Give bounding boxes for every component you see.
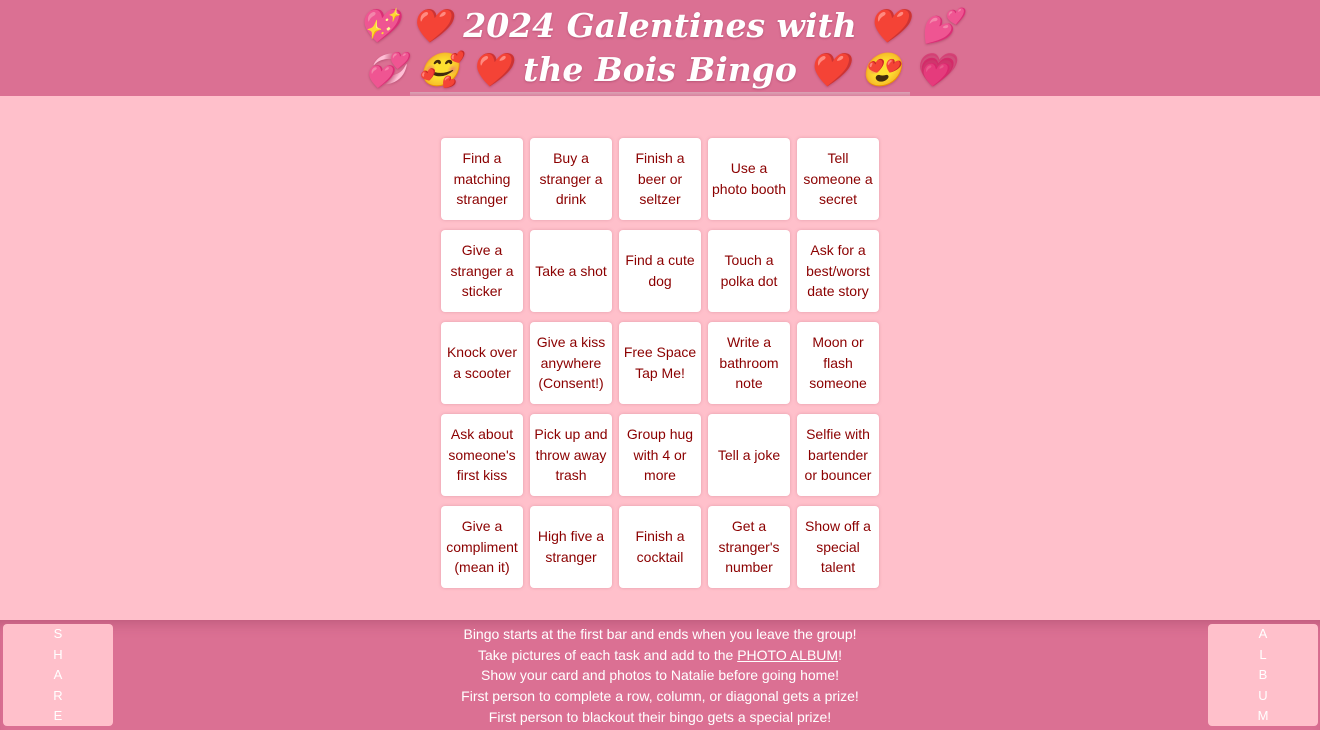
bingo-cell[interactable]: Knock over a scooter — [441, 322, 523, 404]
bingo-cell[interactable]: Take a shot — [530, 230, 612, 312]
share-letter: S — [53, 626, 63, 641]
album-letter: A — [1258, 626, 1268, 641]
album-letter: L — [1259, 646, 1267, 662]
bingo-cell[interactable]: Group hug with 4 or more — [619, 414, 701, 496]
bingo-cell[interactable]: Tell someone a secret — [797, 138, 879, 220]
rule-line: Show your card and photos to Natalie bef… — [480, 667, 839, 684]
rule-line: First person to blackout their bingo get… — [488, 708, 832, 725]
share-button[interactable]: S H A R E — [3, 624, 113, 726]
bingo-cell[interactable]: High five a stranger — [530, 506, 612, 588]
bingo-cell[interactable]: Moon or flash someone — [797, 322, 879, 404]
album-letter: M — [1257, 708, 1269, 724]
rule-line: Take pictures of each task and add to th… — [400, 645, 920, 666]
bingo-cell[interactable]: Tell a joke — [708, 414, 790, 496]
footer: S H A R E Bingo starts at the first bar … — [0, 620, 1320, 730]
bingo-free-space-cell[interactable]: Free Space Tap Me! — [619, 322, 701, 404]
album-button[interactable]: A L B U M — [1208, 624, 1318, 726]
bingo-cell[interactable]: Finish a cocktail — [619, 506, 701, 588]
rule-text: ! — [838, 646, 842, 663]
bingo-cell[interactable]: Give a kiss anywhere (Consent!) — [530, 322, 612, 404]
album-letter: U — [1258, 687, 1268, 703]
share-letter: E — [53, 708, 63, 724]
album-letter: B — [1258, 667, 1268, 683]
bingo-cell[interactable]: Get a stranger's number — [708, 506, 790, 588]
bingo-cell[interactable]: Give a stranger a sticker — [441, 230, 523, 312]
bingo-cell[interactable]: Show off a special talent — [797, 506, 879, 588]
bingo-cell[interactable]: Pick up and throw away trash — [530, 414, 612, 496]
page-title-line-2: 💞 🥰 ❤️ the Bois Bingo ❤️ 😍 💗 — [365, 50, 955, 89]
header-divider — [410, 92, 910, 98]
rule-line: Bingo starts at the first bar and ends w… — [463, 626, 857, 642]
bingo-cell[interactable]: Ask about someone's first kiss — [441, 414, 523, 496]
share-letter: A — [53, 667, 63, 683]
bingo-cell[interactable]: Buy a stranger a drink — [530, 138, 612, 220]
bingo-cell[interactable]: Touch a polka dot — [708, 230, 790, 312]
bingo-cell[interactable]: Find a cute dog — [619, 230, 701, 312]
rule-text: Take pictures of each task and add to th… — [478, 646, 738, 663]
bingo-board: Find a matching stranger Buy a stranger … — [441, 138, 879, 588]
photo-album-link[interactable]: PHOTO ALBUM — [737, 647, 838, 663]
bingo-cell[interactable]: Find a matching stranger — [441, 138, 523, 220]
bingo-cell[interactable]: Finish a beer or seltzer — [619, 138, 701, 220]
bingo-cell[interactable]: Give a compliment (mean it) — [441, 506, 523, 588]
rules-text: Bingo starts at the first bar and ends w… — [400, 624, 920, 728]
bingo-cell[interactable]: Ask for a best/worst date story — [797, 230, 879, 312]
bingo-cell[interactable]: Use a photo booth — [708, 138, 790, 220]
share-letter: R — [53, 687, 63, 703]
rule-line: First person to complete a row, column, … — [461, 688, 859, 705]
page-title-line-1: 💖 ❤️ 2024 Galentines with ❤️ 💕 — [358, 6, 962, 45]
bingo-cell[interactable]: Write a bathroom note — [708, 322, 790, 404]
share-letter: H — [53, 646, 63, 662]
page-header: 💖 ❤️ 2024 Galentines with ❤️ 💕 💞 🥰 ❤️ th… — [0, 0, 1320, 96]
bingo-cell[interactable]: Selfie with bartender or bouncer — [797, 414, 879, 496]
